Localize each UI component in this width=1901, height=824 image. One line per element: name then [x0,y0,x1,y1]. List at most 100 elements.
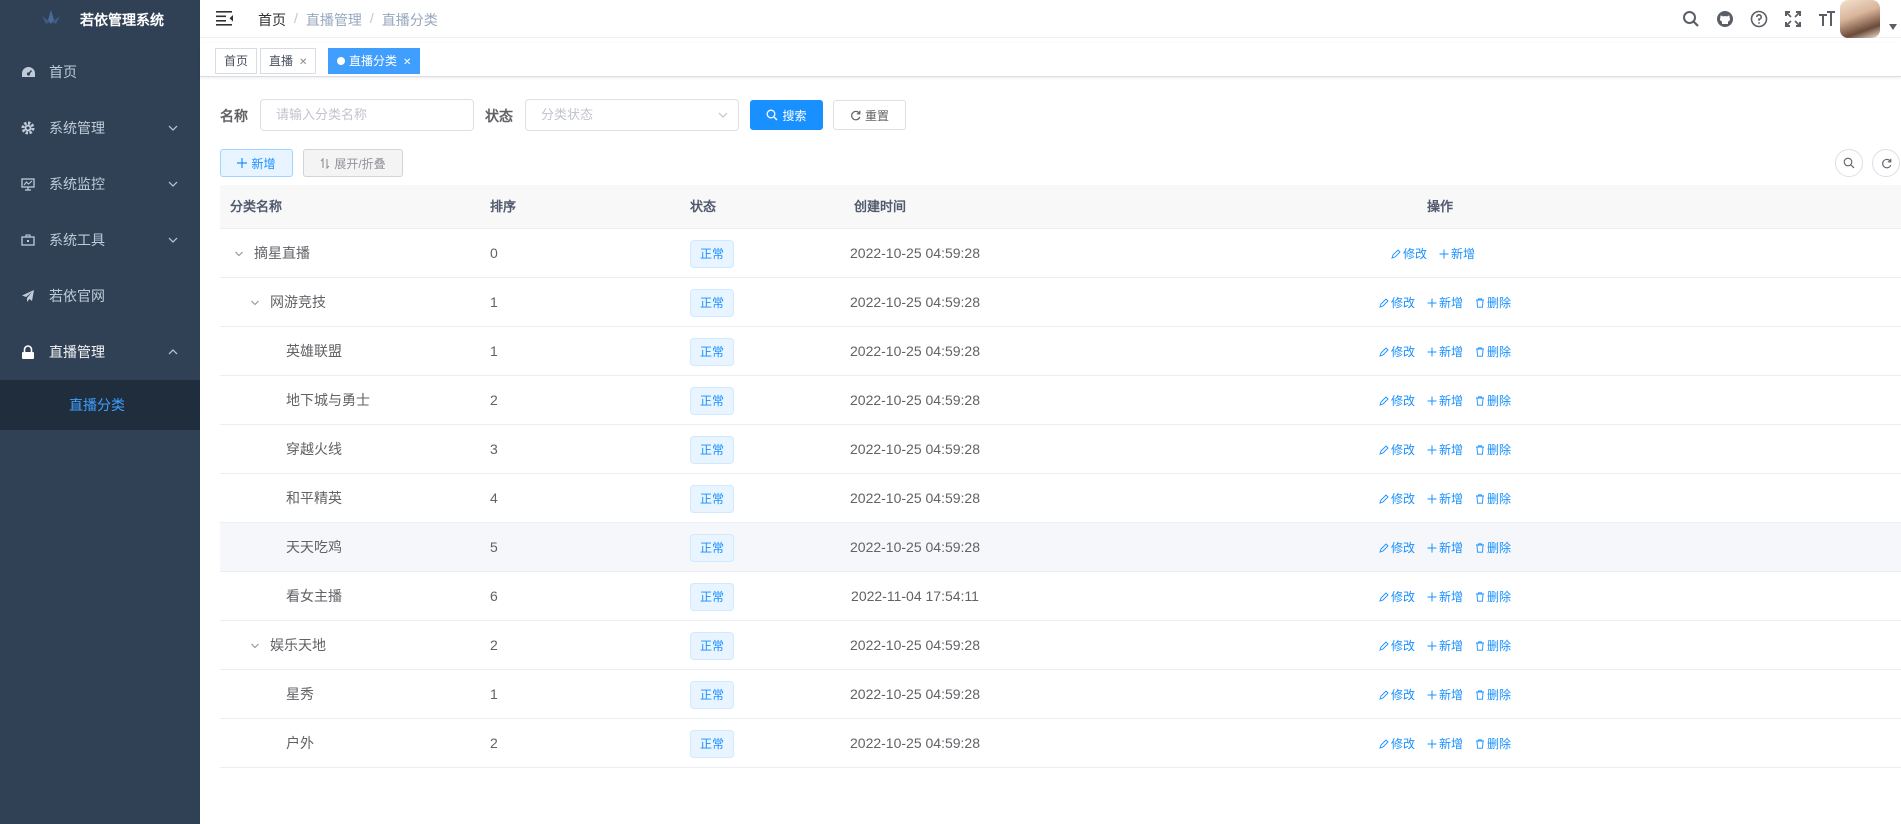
action-label: 修改 [1391,590,1416,604]
add-child-link[interactable]: 新增 [1427,343,1463,360]
add-child-link[interactable]: 新增 [1427,490,1463,507]
add-child-link[interactable]: 新增 [1427,686,1463,703]
tag-live-category[interactable]: 直播分类 ✕ [328,48,421,74]
plus-icon [1427,641,1437,650]
breadcrumb-live: 直播管理 [305,12,362,28]
chevron-down-icon[interactable] [250,298,260,308]
delete-link[interactable]: 删除 [1475,637,1511,654]
cell-created-time: 2022-10-25 04:59:28 [850,686,980,702]
header-actions: 操作 [1427,199,1454,214]
breadcrumb-separator: / [294,10,298,26]
status-select[interactable]: 分类状态 [525,99,739,131]
close-icon[interactable]: ✕ [299,57,307,68]
edit-link[interactable]: 修改 [1379,343,1415,360]
action-label: 修改 [1391,541,1416,555]
edit-link[interactable]: 修改 [1379,539,1415,556]
logo[interactable]: 若依管理系统 [0,0,200,38]
delete-link[interactable]: 删除 [1475,294,1511,311]
cell-created-time: 2022-10-25 04:59:28 [850,245,980,261]
chevron-down-icon [168,237,178,243]
submenu-live: 直播分类 [0,380,200,430]
delete-link[interactable]: 删除 [1475,686,1511,703]
refresh-table-button[interactable] [1872,149,1900,177]
help-icon[interactable] [1749,9,1769,29]
plus-icon [1427,690,1437,699]
delete-link[interactable]: 删除 [1475,343,1511,360]
github-icon[interactable] [1715,9,1735,29]
edit-link[interactable]: 修改 [1379,294,1415,311]
cell-sort: 2 [490,637,498,653]
edit-link[interactable]: 修改 [1379,588,1415,605]
add-child-link[interactable]: 新增 [1439,245,1475,262]
chevron-down-icon [168,181,178,187]
trash-icon [1476,444,1485,455]
row-actions: 修改 新增 删除 [1379,278,1511,327]
toggle-search-button[interactable] [1835,149,1863,177]
name-search-input[interactable]: 请输入分类名称 [260,99,474,131]
add-child-link[interactable]: 新增 [1427,294,1463,311]
edit-link[interactable]: 修改 [1391,245,1427,262]
sidebar-item-system[interactable]: 系统管理 [0,100,200,156]
action-label: 删除 [1487,590,1512,604]
tag-home[interactable]: 首页 [215,48,258,74]
delete-link[interactable]: 删除 [1475,539,1511,556]
add-button[interactable]: 新增 [220,149,293,177]
close-icon[interactable]: ✕ [403,57,411,68]
cell-sort: 1 [490,294,498,310]
action-label: 新增 [1439,639,1464,653]
expand-collapse-button[interactable]: 展开/折叠 [303,149,403,177]
tag-label: 直播 [269,54,294,68]
sidebar-item-live[interactable]: 直播管理 [0,324,200,380]
search-icon[interactable] [1681,9,1701,29]
delete-link[interactable]: 删除 [1475,588,1511,605]
delete-link[interactable]: 删除 [1475,735,1511,752]
reset-button[interactable]: 重置 [833,100,906,130]
hamburger-icon[interactable] [216,10,234,26]
trash-icon [1476,346,1485,357]
search-button[interactable]: 搜索 [750,100,823,130]
add-child-link[interactable]: 新增 [1427,588,1463,605]
cell-created-time: 2022-10-25 04:59:28 [850,539,980,555]
sidebar-item-tools[interactable]: 系统工具 [0,212,200,268]
trash-icon [1476,738,1485,749]
caret-down-icon[interactable] [1889,24,1897,30]
tag-live[interactable]: 直播 ✕ [260,48,317,74]
sidebar-item-website[interactable]: 若依官网 [0,268,200,324]
add-child-link[interactable]: 新增 [1427,637,1463,654]
edit-link[interactable]: 修改 [1379,392,1415,409]
breadcrumb-home[interactable]: 首页 [258,10,286,30]
edit-link[interactable]: 修改 [1379,637,1415,654]
chevron-down-icon[interactable] [250,641,260,651]
add-button-label: 新增 [251,156,276,171]
cell-created-time: 2022-10-25 04:59:28 [850,294,980,310]
logo-icon [42,10,60,24]
edit-link[interactable]: 修改 [1379,490,1415,507]
fullscreen-icon[interactable] [1783,9,1803,29]
add-child-link[interactable]: 新增 [1427,392,1463,409]
cell-sort: 6 [490,588,498,604]
status-badge: 正常 [690,436,735,464]
add-child-link[interactable]: 新增 [1427,539,1463,556]
sidebar-subitem-live-category[interactable]: 直播分类 [0,380,200,430]
monitor-icon [20,176,36,192]
active-dot-icon [337,56,345,65]
edit-link[interactable]: 修改 [1379,686,1415,703]
sidebar-item-home[interactable]: 首页 [0,44,200,100]
delete-link[interactable]: 删除 [1475,441,1511,458]
edit-icon [1391,248,1401,259]
search-icon [767,109,778,121]
chevron-down-icon[interactable] [234,249,244,259]
trash-icon [1476,493,1485,504]
font-size-icon[interactable] [1817,9,1837,29]
sidebar-item-monitor[interactable]: 系统监控 [0,156,200,212]
dashboard-icon [20,64,36,80]
avatar[interactable] [1840,0,1880,38]
chevron-down-icon [168,125,178,131]
edit-link[interactable]: 修改 [1379,735,1415,752]
delete-link[interactable]: 删除 [1475,490,1511,507]
row-actions: 修改 新增 [1391,229,1475,278]
add-child-link[interactable]: 新增 [1427,441,1463,458]
delete-link[interactable]: 删除 [1475,392,1511,409]
add-child-link[interactable]: 新增 [1427,735,1463,752]
edit-link[interactable]: 修改 [1379,441,1415,458]
